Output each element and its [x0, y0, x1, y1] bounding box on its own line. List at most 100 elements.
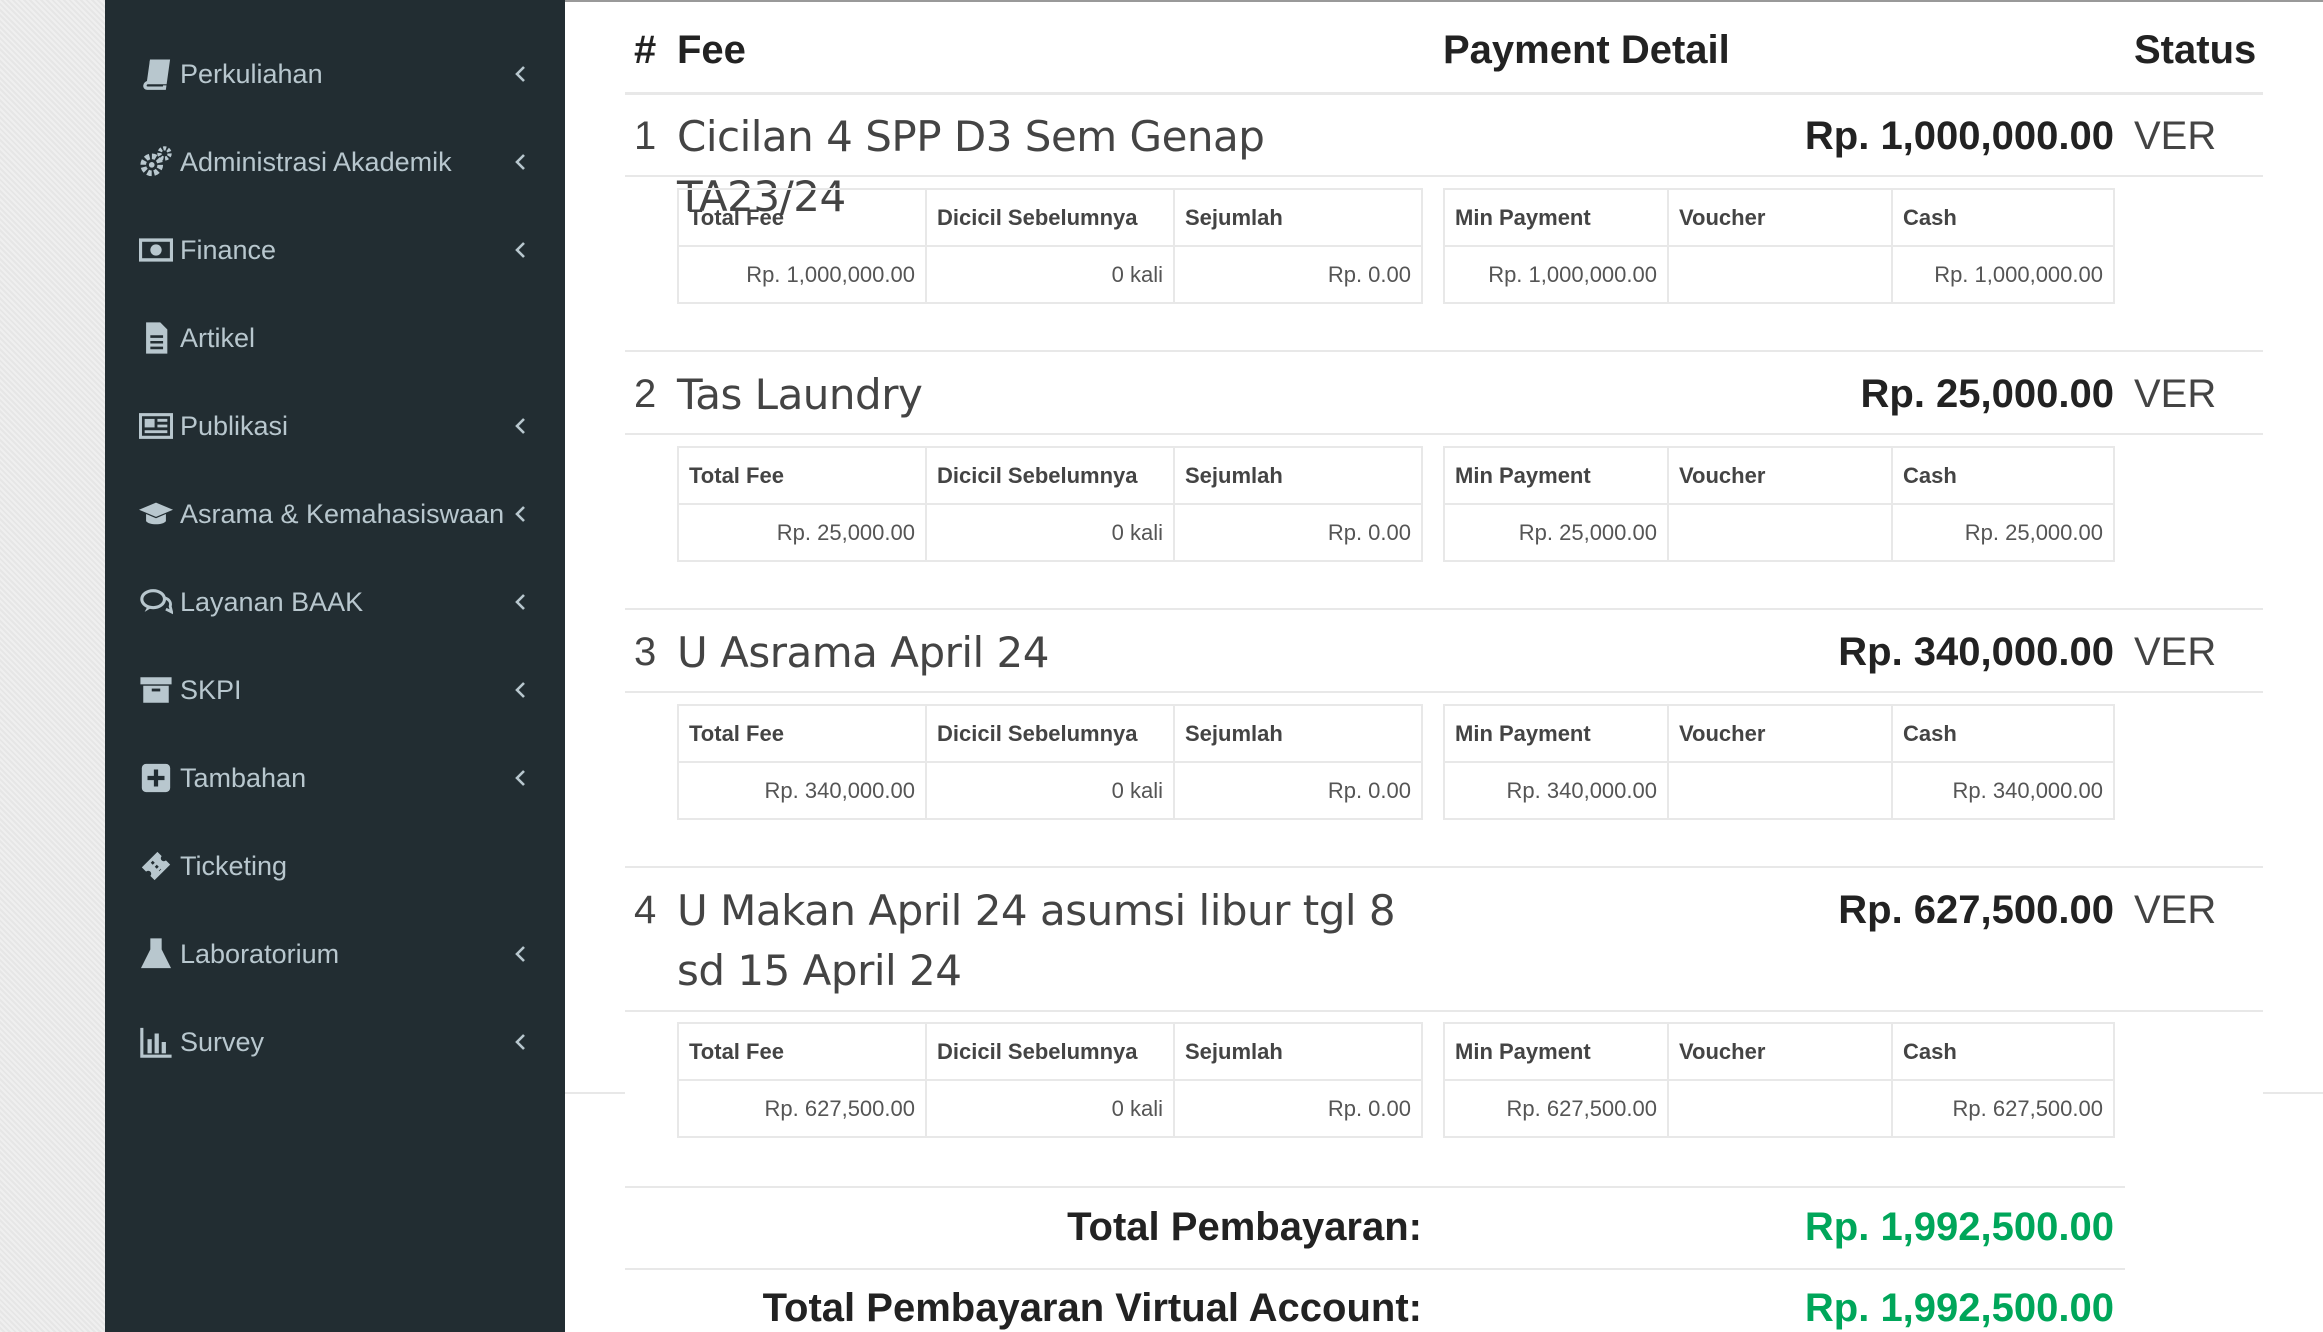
sub-header-cash: Cash	[1891, 704, 2115, 763]
dicicil-value: 0 kali	[925, 245, 1175, 304]
newspaper-icon	[139, 409, 173, 443]
fee-detail-table: Total Fee Dicicil Sebelumnya Sejumlah Rp. …	[677, 704, 1423, 820]
total-pembayaran-label: Total Pembayaran:	[1067, 1205, 1422, 1249]
sub-header-min-payment: Min Payment	[1443, 1022, 1669, 1081]
row-number: 2	[634, 372, 657, 416]
total-fee-value: Rp. 627,500.00	[677, 1079, 927, 1138]
column-header-payment-detail: Payment Detail	[1443, 28, 1730, 72]
row-divider	[625, 1268, 2125, 1270]
sub-header-total-fee: Total Fee	[677, 188, 927, 247]
fee-amount: Rp. 340,000.00	[1838, 630, 2114, 674]
chevron-left-icon	[509, 766, 533, 790]
fee-name: Tas Laundry	[677, 370, 923, 419]
sidebar-item-label: Survey	[180, 1026, 265, 1057]
row-divider	[625, 866, 2263, 868]
status-badge: VER	[2134, 114, 2217, 158]
sidebar-item-tambahan[interactable]: Tambahan	[105, 748, 565, 808]
cash-value: Rp. 627,500.00	[1891, 1079, 2115, 1138]
fee-detail-table: Total Fee Dicicil Sebelumnya Sejumlah Rp. …	[677, 446, 1423, 562]
total-fee-value: Rp. 1,000,000.00	[677, 245, 927, 304]
row-divider	[2263, 1092, 2323, 1094]
book-icon	[139, 57, 173, 91]
sejumlah-value: Rp. 0.00	[1173, 503, 1423, 562]
row-number: 3	[634, 630, 657, 674]
min-payment-value: Rp. 25,000.00	[1443, 503, 1669, 562]
cogs-icon	[139, 145, 173, 179]
sub-header-total-fee: Total Fee	[677, 704, 927, 763]
sub-header-sejumlah: Sejumlah	[1173, 446, 1423, 505]
total-fee-value: Rp. 340,000.00	[677, 761, 927, 820]
sidebar-item-label: Artikel	[180, 322, 256, 353]
sidebar-item-administrasi-akademik[interactable]: Administrasi Akademik	[105, 132, 565, 192]
sidebar-item-survey[interactable]: Survey	[105, 1012, 565, 1072]
chevron-left-icon	[509, 590, 533, 614]
sidebar-item-laboratorium[interactable]: Laboratorium	[105, 924, 565, 984]
sidebar-item-label: Ticketing	[180, 850, 288, 881]
header-divider	[625, 92, 2263, 95]
row-number: 4	[634, 888, 657, 932]
sidebar-item-ticketing[interactable]: Ticketing	[105, 836, 565, 896]
status-badge: VER	[2134, 630, 2217, 674]
sub-header-voucher: Voucher	[1667, 446, 1893, 505]
sub-header-cash: Cash	[1891, 446, 2115, 505]
payment-detail-table: Min Payment Voucher Cash Rp. 1,000,000.00 R…	[1443, 188, 2115, 304]
sejumlah-value: Rp. 0.00	[1173, 1079, 1423, 1138]
sidebar-item-layanan-baak[interactable]: Layanan BAAK	[105, 572, 565, 632]
fee-detail-table: Total Fee Dicicil Sebelumnya Sejumlah Rp. …	[677, 188, 1423, 304]
fee-amount: Rp. 25,000.00	[1860, 372, 2115, 416]
sidebar-item-label: Finance	[180, 234, 277, 265]
sub-header-voucher: Voucher	[1667, 1022, 1893, 1081]
flask-icon	[139, 937, 173, 971]
money-icon	[139, 233, 173, 267]
page-background	[0, 0, 105, 1332]
row-divider	[565, 1092, 625, 1094]
sidebar-item-publikasi[interactable]: Publikasi	[105, 396, 565, 456]
sub-header-dicicil: Dicicil Sebelumnya	[925, 1022, 1175, 1081]
plus-square-icon	[139, 761, 173, 795]
total-fee-value: Rp. 25,000.00	[677, 503, 927, 562]
fee-amount: Rp. 1,000,000.00	[1804, 114, 2114, 158]
total-va-label: Total Pembayaran Virtual Account:	[762, 1286, 1422, 1330]
sidebar: Perkuliahan Administrasi Akademik Financ…	[105, 0, 565, 1332]
sidebar-item-finance[interactable]: Finance	[105, 220, 565, 280]
sejumlah-value: Rp. 0.00	[1173, 761, 1423, 820]
sidebar-item-label: Tambahan	[180, 762, 307, 793]
sub-header-min-payment: Min Payment	[1443, 704, 1669, 763]
total-va-value: Rp. 1,992,500.00	[1804, 1286, 2114, 1330]
ticket-icon	[139, 849, 173, 883]
chevron-left-icon	[509, 678, 533, 702]
fee-name: U Makan April 24 asumsi libur tgl 8 sd 1…	[677, 886, 1396, 995]
sidebar-item-label: Layanan BAAK	[180, 586, 364, 617]
sidebar-item-asrama-kemahasiswaan[interactable]: Asrama & Kemahasiswaan	[105, 484, 565, 544]
sub-header-cash: Cash	[1891, 188, 2115, 247]
cash-value: Rp. 340,000.00	[1891, 761, 2115, 820]
sub-header-dicicil: Dicicil Sebelumnya	[925, 446, 1175, 505]
voucher-value	[1667, 503, 1893, 562]
sidebar-item-skpi[interactable]: SKPI	[105, 660, 565, 720]
sidebar-item-label: Perkuliahan	[180, 58, 323, 89]
row-number: 1	[634, 114, 657, 158]
min-payment-value: Rp. 340,000.00	[1443, 761, 1669, 820]
sub-header-sejumlah: Sejumlah	[1173, 1022, 1423, 1081]
bar-chart-icon	[139, 1025, 173, 1059]
sidebar-item-perkuliahan[interactable]: Perkuliahan	[105, 44, 565, 104]
fee-amount: Rp. 627,500.00	[1838, 888, 2114, 932]
payment-detail-table: Min Payment Voucher Cash Rp. 627,500.00 Rp.…	[1443, 1022, 2115, 1138]
voucher-value	[1667, 1079, 1893, 1138]
sub-header-voucher: Voucher	[1667, 704, 1893, 763]
sidebar-item-label: SKPI	[180, 674, 242, 705]
total-pembayaran-value: Rp. 1,992,500.00	[1804, 1205, 2114, 1249]
cash-value: Rp. 25,000.00	[1891, 503, 2115, 562]
cash-value: Rp. 1,000,000.00	[1891, 245, 2115, 304]
archive-icon	[139, 673, 173, 707]
row-divider	[625, 691, 2263, 693]
sub-header-voucher: Voucher	[1667, 188, 1893, 247]
column-header-status: Status	[2134, 28, 2257, 72]
sub-header-dicicil: Dicicil Sebelumnya	[925, 704, 1175, 763]
chevron-left-icon	[509, 942, 533, 966]
sejumlah-value: Rp. 0.00	[1173, 245, 1423, 304]
sidebar-item-artikel[interactable]: Artikel	[105, 308, 565, 368]
row-divider	[625, 175, 2263, 177]
file-text-icon	[139, 321, 173, 355]
sub-header-cash: Cash	[1891, 1022, 2115, 1081]
